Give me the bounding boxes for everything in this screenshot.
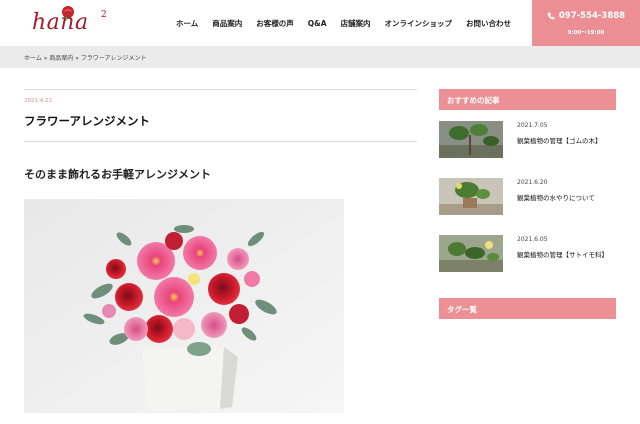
logo-superscript: 2 — [101, 10, 107, 20]
post-date: 2021.4.22 — [24, 98, 52, 104]
breadcrumb[interactable]: ホーム » 商品案内 » フラワーアレンジメント — [24, 53, 147, 62]
sidebar-post[interactable]: 2021.6.20 観葉植物の水やりについて — [439, 178, 616, 215]
sidebar-post[interactable]: 2021.7.05 観葉植物の管理【ゴムの木】 — [439, 121, 616, 158]
sidebar-post-title[interactable]: 観葉植物の管理【サトイモ科】 — [517, 249, 608, 259]
post-thumbnail — [439, 178, 503, 215]
sidebar-post-date: 2021.6.05 — [517, 236, 548, 243]
site-header: hana 2 ホーム 商品案内 お客様の声 Q&A 店舗案内 オンラインショップ… — [0, 0, 640, 46]
sidebar-heading-tags: タグ一覧 — [439, 298, 616, 319]
sidebar-post-title[interactable]: 観葉植物の管理【ゴムの木】 — [517, 135, 602, 145]
rose-logo-icon — [62, 6, 74, 19]
sidebar-post-date: 2021.7.05 — [517, 122, 548, 129]
nav-faq[interactable]: Q&A — [308, 19, 327, 28]
phone-number: 097-554-3888 — [558, 11, 626, 21]
sidebar-post-title[interactable]: 観葉植物の水やりについて — [517, 192, 595, 202]
nav-home[interactable]: ホーム — [176, 18, 198, 29]
post-thumbnail — [439, 121, 503, 158]
post-subtitle: そのまま飾れるお手軽アレンジメント — [24, 168, 211, 181]
phone-icon — [547, 12, 555, 20]
site-logo[interactable]: hana 2 — [32, 6, 112, 40]
phone-row: 097-554-3888 — [532, 11, 640, 21]
nav-online-shop[interactable]: オンラインショップ — [385, 18, 453, 29]
post-thumbnail — [439, 235, 503, 272]
breadcrumb-bar: ホーム » 商品案内 » フラワーアレンジメント — [0, 46, 640, 68]
main-nav: ホーム 商品案内 お客様の声 Q&A 店舗案内 オンラインショップ お問い合わせ — [176, 0, 511, 46]
nav-products[interactable]: 商品案内 — [212, 18, 242, 29]
nav-contact[interactable]: お問い合わせ — [466, 18, 511, 29]
business-hours: 9:00〜19:00 — [567, 30, 605, 36]
flower-arrangement-photo — [24, 199, 344, 413]
sidebar-post[interactable]: 2021.6.05 観葉植物の管理【サトイモ科】 — [439, 235, 616, 272]
sidebar-post-date: 2021.6.20 — [517, 179, 548, 186]
sidebar-heading-recommended: おすすめの記事 — [439, 89, 616, 110]
title-divider-bottom — [24, 141, 417, 142]
phone-contact-box[interactable]: 097-554-3888 9:00〜19:00 — [532, 0, 640, 46]
page-title: フラワーアレンジメント — [24, 114, 151, 128]
flower-arrangement-image — [24, 199, 344, 413]
nav-store-info[interactable]: 店舗案内 — [341, 18, 371, 29]
nav-testimonials[interactable]: お客様の声 — [256, 18, 294, 29]
title-divider-top — [24, 89, 417, 90]
